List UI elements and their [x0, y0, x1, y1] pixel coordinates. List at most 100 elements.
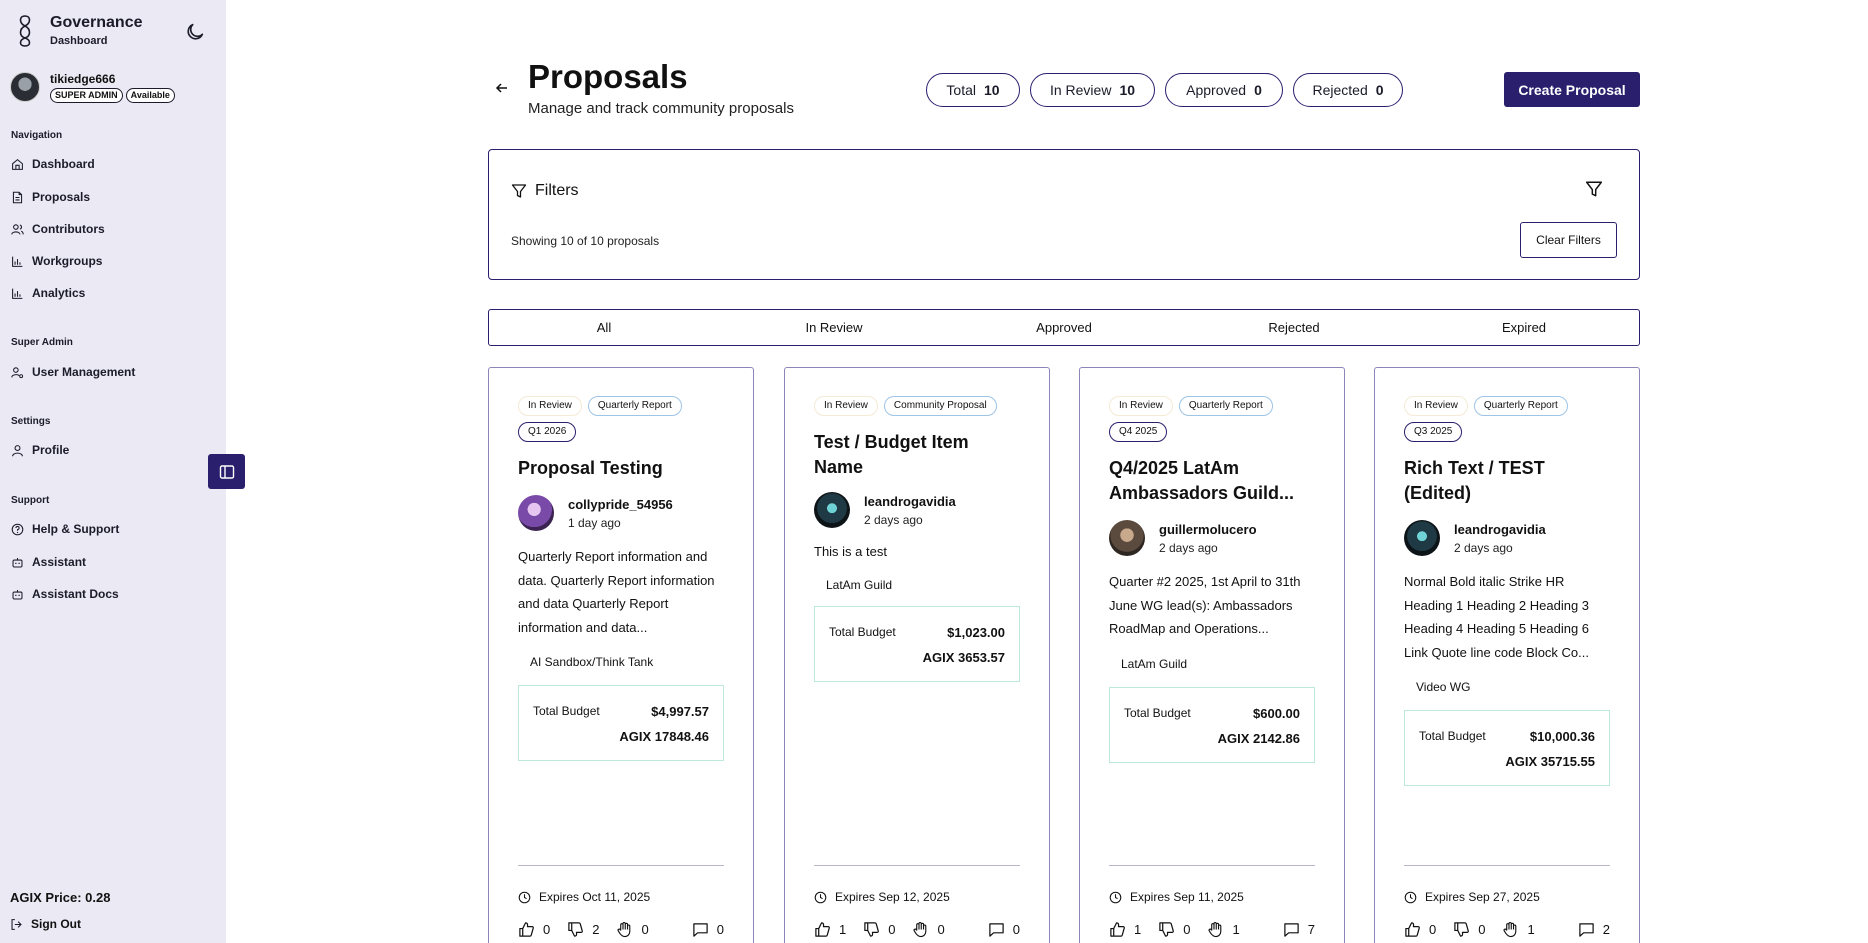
thumbs-up-icon	[519, 922, 534, 937]
abstain-count: 1	[1232, 922, 1240, 937]
budget-label: Total Budget	[1124, 705, 1191, 720]
home-icon	[12, 158, 23, 170]
proposal-card[interactable]: In Review Community Proposal Test / Budg…	[784, 367, 1050, 943]
users-icon	[11, 223, 24, 235]
stat-value: 0	[1375, 82, 1384, 98]
like-button[interactable]: 0	[518, 921, 550, 938]
abstain-count: 0	[641, 922, 649, 937]
clear-filters-button[interactable]: Clear Filters	[1520, 222, 1617, 258]
proposal-title[interactable]: Test / Budget Item Name	[814, 430, 1020, 480]
proposal-description: This is a test	[814, 544, 887, 559]
comments-button[interactable]: 7	[1283, 921, 1315, 938]
bar-chart-icon	[12, 256, 23, 267]
sidebar-item-dashboard[interactable]: Dashboard	[11, 157, 95, 171]
author: guillermolucero 2 days ago	[1109, 520, 1315, 556]
hand-icon	[1503, 921, 1517, 938]
status-tabs: All In Review Approved Rejected Expired	[488, 309, 1640, 346]
dislike-button[interactable]: 2	[567, 921, 599, 938]
tab-in-review[interactable]: In Review	[719, 310, 949, 345]
sidebar-toggle-button[interactable]	[208, 454, 245, 489]
like-button[interactable]: 1	[814, 921, 846, 938]
author-name: leandrogavidia	[864, 493, 956, 509]
create-proposal-button[interactable]: Create Proposal	[1504, 72, 1640, 107]
workgroup-label: AI Sandbox/Think Tank	[530, 655, 654, 669]
arrow-left-icon[interactable]	[494, 80, 510, 96]
proposal-title[interactable]: Rich Text / TEST (Edited)	[1404, 456, 1610, 506]
sidebar-item-analytics[interactable]: Analytics	[11, 286, 85, 300]
sidebar-item-workgroups[interactable]: Workgroups	[11, 254, 102, 268]
comments-button[interactable]: 0	[988, 921, 1020, 938]
abstain-button[interactable]: 1	[1502, 921, 1535, 938]
proposal-card[interactable]: In Review Quarterly Report Q4 2025 Q4/20…	[1079, 367, 1345, 943]
type-badge: Quarterly Report	[1178, 396, 1273, 416]
stat-label: Rejected	[1312, 82, 1368, 98]
dislike-button[interactable]: 0	[863, 921, 895, 938]
filter-icon[interactable]	[1585, 180, 1603, 198]
budget-box: Total Budget $1,023.00 AGIX 3653.57	[814, 605, 1020, 682]
abstain-button[interactable]: 0	[912, 921, 945, 938]
sidebar-item-help-support[interactable]: Help & Support	[11, 522, 119, 536]
brand[interactable]: Governance Dashboard	[14, 14, 142, 48]
status-badge: Available	[125, 88, 175, 103]
tab-rejected[interactable]: Rejected	[1179, 310, 1409, 345]
workgroup-label: Video WG	[1416, 680, 1471, 694]
like-button[interactable]: 1	[1109, 921, 1141, 938]
bar-chart-icon	[12, 288, 23, 299]
stat-value: 10	[984, 82, 1000, 98]
dislike-count: 0	[1183, 922, 1191, 937]
sidebar-item-assistant[interactable]: Assistant	[11, 555, 86, 569]
sidebar-item-user-management[interactable]: User Management	[11, 365, 135, 379]
tab-all[interactable]: All	[489, 310, 719, 345]
hand-icon	[913, 921, 927, 938]
quarter-badge: Q1 2026	[518, 422, 577, 442]
stat-value: 0	[1254, 82, 1262, 98]
tab-approved[interactable]: Approved	[949, 310, 1179, 345]
like-button[interactable]: 0	[1404, 921, 1436, 938]
sidebar-item-label: Assistant	[32, 555, 87, 569]
brand-title: Governance	[50, 14, 143, 31]
message-square-icon	[1284, 923, 1299, 937]
page-title: Proposals	[528, 58, 688, 95]
sidebar-item-proposals[interactable]: Proposals	[11, 190, 90, 204]
user-profile[interactable]: tikiedge666 SUPER ADMIN Available	[10, 72, 175, 103]
logo-icon	[19, 15, 31, 47]
clock-icon	[814, 891, 827, 903]
status-badge: In Review	[1404, 396, 1468, 416]
moon-icon[interactable]	[184, 21, 206, 43]
document-icon	[12, 191, 23, 203]
user-icon	[12, 444, 23, 456]
sidebar-item-label: User Management	[32, 365, 136, 379]
comments-button[interactable]: 0	[692, 921, 724, 938]
proposal-card[interactable]: In Review Quarterly Report Q1 2026 Propo…	[488, 367, 754, 943]
proposal-title[interactable]: Q4/2025 LatAm Ambassadors Guild...	[1109, 456, 1315, 506]
sidebar-item-label: Profile	[32, 443, 70, 457]
expiry: Expires Oct 11, 2025	[518, 890, 650, 904]
help-circle-icon	[11, 523, 24, 535]
budget-label: Total Budget	[829, 624, 896, 639]
proposal-title[interactable]: Proposal Testing	[518, 456, 724, 481]
tab-expired[interactable]: Expired	[1409, 310, 1639, 345]
abstain-button[interactable]: 1	[1207, 921, 1240, 938]
author: leandrogavidia 2 days ago	[814, 492, 1020, 528]
sidebar-item-contributors[interactable]: Contributors	[11, 222, 105, 236]
nav-section-settings: Settings	[11, 416, 51, 427]
proposal-card[interactable]: In Review Quarterly Report Q3 2025 Rich …	[1374, 367, 1640, 943]
vote-actions: 1 0 1 7	[1109, 921, 1315, 938]
sidebar-item-assistant-docs[interactable]: Assistant Docs	[11, 587, 119, 601]
sign-out-button[interactable]: Sign Out	[10, 917, 81, 931]
nav-section-navigation: Navigation	[11, 130, 63, 141]
dislike-button[interactable]: 0	[1158, 921, 1190, 938]
filters-title-label: Filters	[535, 182, 579, 199]
comments-button[interactable]: 2	[1578, 921, 1610, 938]
expiry: Expires Sep 27, 2025	[1404, 890, 1540, 904]
budget-box: Total Budget $4,997.57 AGIX 17848.46	[518, 685, 724, 761]
sidebar-item-profile[interactable]: Profile	[11, 443, 69, 457]
dislike-button[interactable]: 0	[1453, 921, 1485, 938]
proposal-description: Normal Bold italic Strike HR Heading 1 H…	[1404, 574, 1590, 660]
thumbs-down-icon	[568, 922, 584, 937]
expiry-text: Expires Sep 11, 2025	[1130, 890, 1244, 904]
budget-usd: $4,997.57	[651, 704, 709, 719]
abstain-button[interactable]: 0	[616, 921, 649, 938]
user-cog-icon	[11, 366, 24, 378]
clock-icon	[1109, 891, 1122, 903]
